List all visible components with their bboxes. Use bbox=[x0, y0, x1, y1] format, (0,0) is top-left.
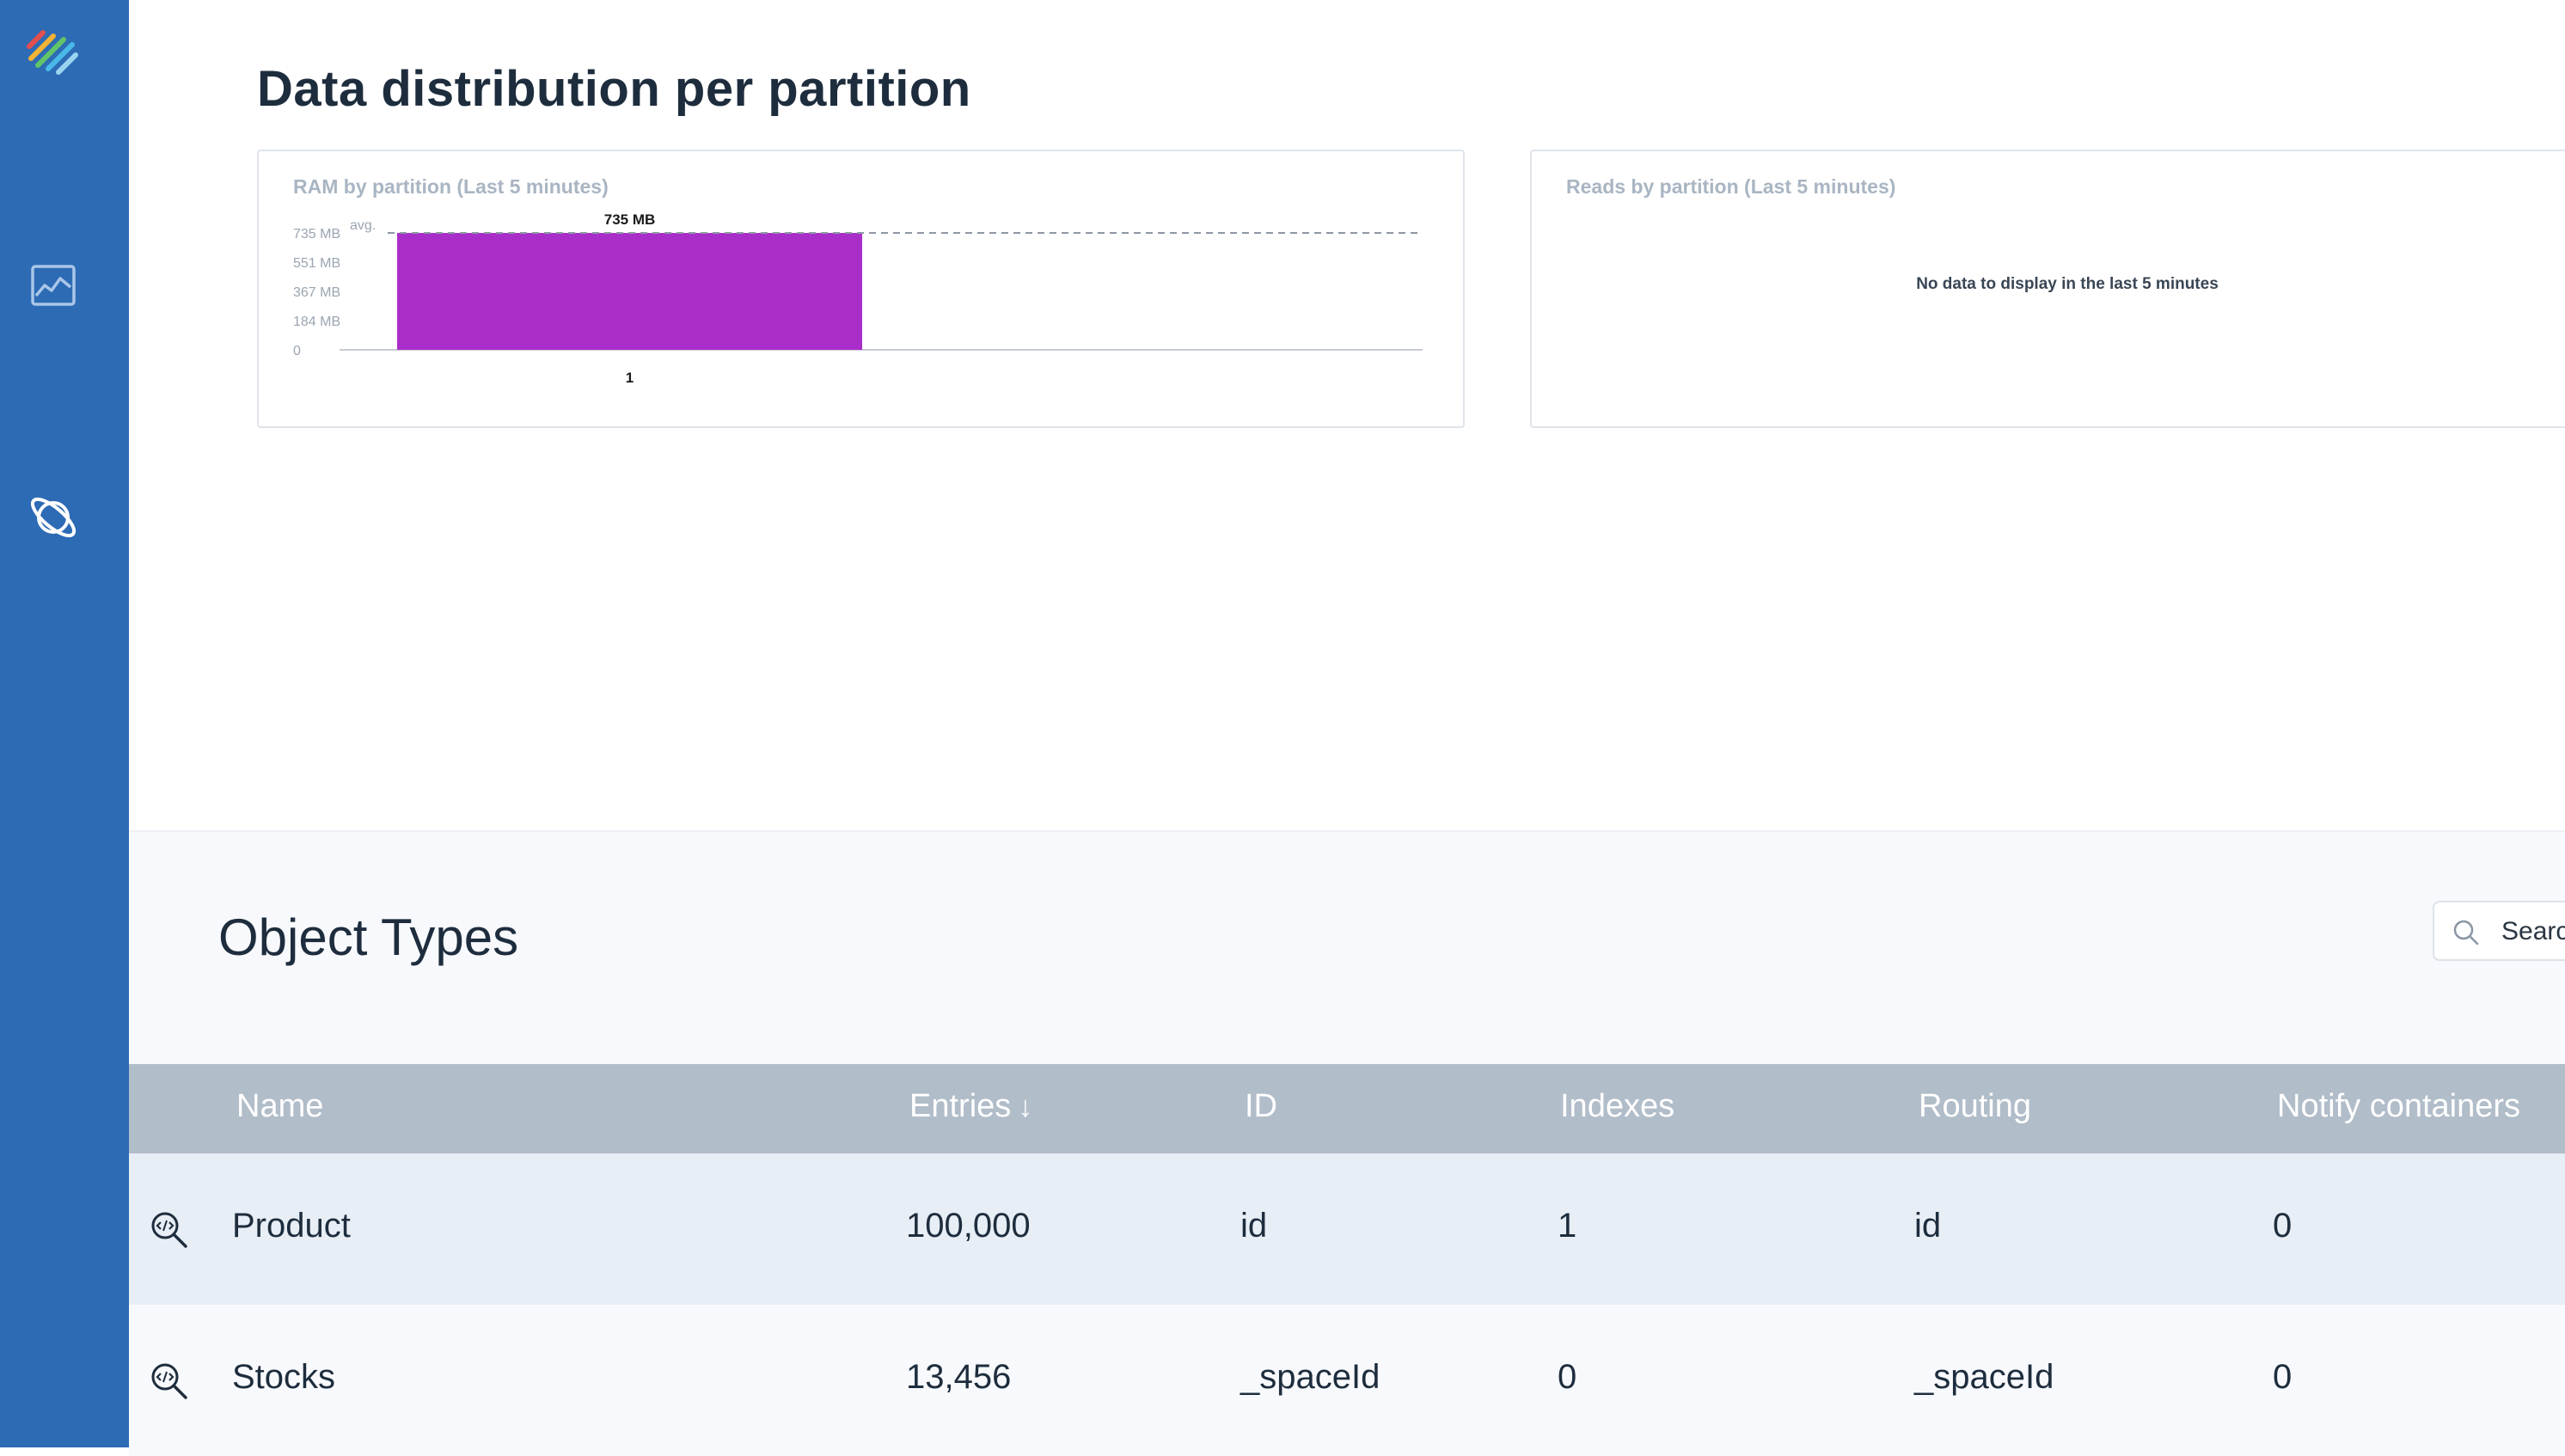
planet-icon[interactable] bbox=[26, 490, 81, 545]
y-tick-label: 0 bbox=[293, 344, 301, 358]
search-icon bbox=[2453, 920, 2479, 945]
object-types-title: Object Types bbox=[218, 908, 519, 966]
app-logo-icon[interactable] bbox=[26, 24, 81, 79]
cell-entries: 100,000 bbox=[906, 1207, 1031, 1245]
column-header-name[interactable]: Name bbox=[236, 1088, 323, 1125]
y-tick-label: 735 MB bbox=[293, 227, 340, 242]
reads-by-partition-panel: Reads by partition (Last 5 minutes) No d… bbox=[1530, 150, 2565, 428]
table-row[interactable]: Stocks 13,456 _spaceId 0 _spaceId 0 bbox=[129, 1305, 2565, 1456]
sidebar bbox=[0, 0, 129, 1447]
inspect-type-icon[interactable] bbox=[150, 1361, 189, 1401]
reads-panel-title: Reads by partition (Last 5 minutes) bbox=[1566, 175, 1896, 198]
y-tick-label: 367 MB bbox=[293, 285, 340, 300]
table-row[interactable]: Product 100,000 id 1 id 0 bbox=[129, 1153, 2565, 1305]
cell-entries: 13,456 bbox=[906, 1358, 1012, 1396]
cell-id: id bbox=[1240, 1207, 1268, 1245]
cell-indexes: 1 bbox=[1558, 1207, 1577, 1245]
cell-id: _spaceId bbox=[1240, 1358, 1380, 1396]
cell-notify-containers: 0 bbox=[2273, 1207, 2293, 1245]
column-header-entries[interactable]: Entries ↓ bbox=[909, 1088, 1032, 1125]
cell-routing: _spaceId bbox=[1914, 1358, 2054, 1396]
cell-name: Product bbox=[232, 1207, 351, 1245]
inspect-type-icon[interactable] bbox=[150, 1210, 189, 1250]
y-tick-label: 184 MB bbox=[293, 315, 340, 329]
bar-value-label: 735 MB bbox=[604, 211, 656, 228]
sort-descending-icon: ↓ bbox=[1018, 1091, 1033, 1123]
average-label: avg. bbox=[350, 218, 376, 233]
bar bbox=[397, 233, 862, 350]
column-header-id[interactable]: ID bbox=[1245, 1088, 1277, 1125]
object-types-section: Object Types Name Entries↓ ID Indexes Ro… bbox=[129, 830, 2565, 1456]
search-input[interactable] bbox=[2500, 913, 2565, 951]
cell-indexes: 0 bbox=[1558, 1358, 1577, 1396]
column-header-indexes[interactable]: Indexes bbox=[1560, 1088, 1674, 1125]
column-header-routing[interactable]: Routing bbox=[1919, 1088, 2031, 1125]
x-tick-label: 1 bbox=[626, 370, 634, 386]
cell-notify-containers: 0 bbox=[2273, 1358, 2293, 1396]
table-header: Name Entries ↓ ID Indexes Routing Notify … bbox=[129, 1064, 2565, 1153]
column-header-notify-containers[interactable]: Notify containers bbox=[2277, 1088, 2520, 1125]
page-title: Data distribution per partition bbox=[257, 61, 971, 117]
cell-name: Stocks bbox=[232, 1358, 336, 1396]
y-tick-label: 551 MB bbox=[293, 256, 340, 271]
ram-bar-chart: 0 184 MB 367 MB 551 MB 735 MB 735 MB 1 avg. bbox=[293, 211, 1423, 386]
search-box[interactable] bbox=[2433, 901, 2565, 961]
no-data-message: No data to display in the last 5 minutes bbox=[1916, 275, 2219, 293]
chart-icon[interactable] bbox=[26, 258, 81, 313]
ram-by-partition-panel: RAM by partition (Last 5 minutes) 0 184 M… bbox=[257, 150, 1465, 428]
column-header-entries-label: Entries bbox=[909, 1088, 1012, 1124]
cell-routing: id bbox=[1914, 1207, 1942, 1245]
